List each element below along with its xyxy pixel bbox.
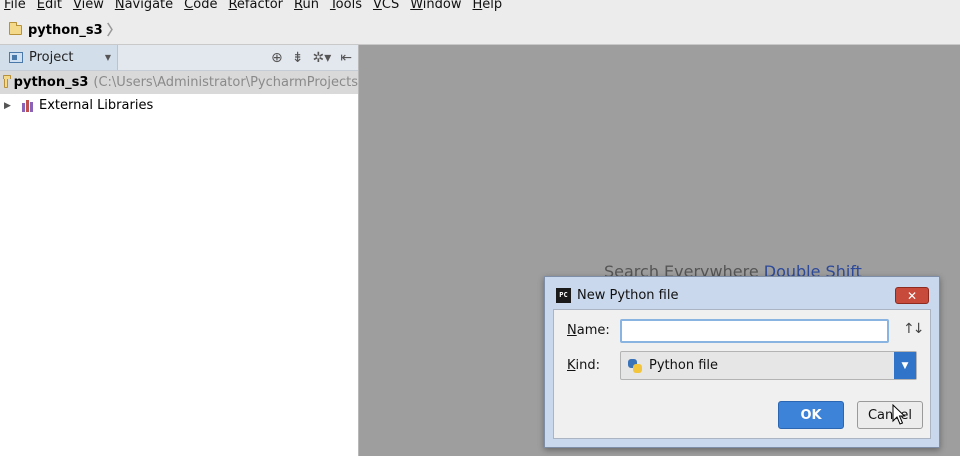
python-icon [628,358,642,373]
dialog-title-bar[interactable]: PC New Python file [545,277,939,313]
menu-vcs[interactable]: VCS [369,0,406,11]
mouse-cursor-icon [892,404,906,425]
menu-edit[interactable]: Edit [33,0,69,11]
hide-panel-icon[interactable]: ⇤ [340,50,352,66]
kind-label: Kind: [567,358,601,373]
tree-item-label: python_s3 [13,75,89,90]
pycharm-icon: PC [556,287,571,303]
name-label: Name: [567,323,610,338]
tree-item-path: (C:\Users\Administrator\PycharmProjects [93,75,358,90]
project-icon [9,52,23,63]
kind-selected-value: Python file [649,358,718,373]
library-icon [22,99,33,112]
folder-icon [3,74,12,88]
menu-help[interactable]: Help [469,0,510,11]
menu-file[interactable]: File [0,0,33,11]
sort-icon[interactable]: ↑↓ [903,321,925,337]
dialog-title: New Python file [577,287,679,303]
expand-arrow-icon[interactable]: ▶ [4,101,12,111]
chevron-down-icon[interactable]: ▼ [894,352,916,379]
menu-bar: File Edit View Navigate Code Refactor Ru… [0,0,960,16]
new-python-file-dialog: PC New Python file ✕ Name: ↑↓ Kind: Pyth… [544,276,940,448]
panel-toolbar: ⊕ ⇟ ✲▾ ⇤ [271,50,352,66]
breadcrumb-label: python_s3 [28,22,103,38]
kind-select[interactable]: Python file ▼ [620,351,917,380]
menu-tools[interactable]: Tools [326,0,369,11]
menu-view[interactable]: View [69,0,111,11]
project-panel: Project ▼ ⊕ ⇟ ✲▾ ⇤ python_s3 (C:\Users\A… [0,45,359,456]
project-view-label: Project [29,50,74,65]
navigation-bar: python_s3 〉 [0,16,960,45]
close-button[interactable]: ✕ [895,287,929,304]
tree-item-project-root[interactable]: python_s3 (C:\Users\Administrator\Pychar… [0,71,358,94]
menu-run[interactable]: Run [290,0,326,11]
cancel-button[interactable]: Cancel [857,401,923,429]
project-panel-header: Project ▼ ⊕ ⇟ ✲▾ ⇤ [0,45,358,71]
tree-item-label: External Libraries [39,98,154,113]
dialog-body: Name: ↑↓ Kind: Python file ▼ OK Cancel [553,309,931,439]
project-view-selector[interactable]: Project ▼ [0,45,118,70]
tree-item-external-libraries[interactable]: ▶ External Libraries [0,94,358,117]
collapse-all-icon[interactable]: ⇟ [292,50,304,66]
menu-window[interactable]: Window [406,0,468,11]
menu-code[interactable]: Code [180,0,224,11]
chevron-down-icon: ▼ [104,53,111,62]
breadcrumb-separator: 〉 [106,23,121,39]
menu-refactor[interactable]: Refactor [224,0,290,11]
folder-icon [8,22,22,35]
breadcrumb-project[interactable]: python_s3 〉 [8,20,121,40]
ok-button[interactable]: OK [778,401,844,429]
gear-icon[interactable]: ✲▾ [313,50,332,66]
name-input[interactable] [620,319,889,343]
scroll-from-source-icon[interactable]: ⊕ [271,50,283,66]
menu-navigate[interactable]: Navigate [111,0,180,11]
